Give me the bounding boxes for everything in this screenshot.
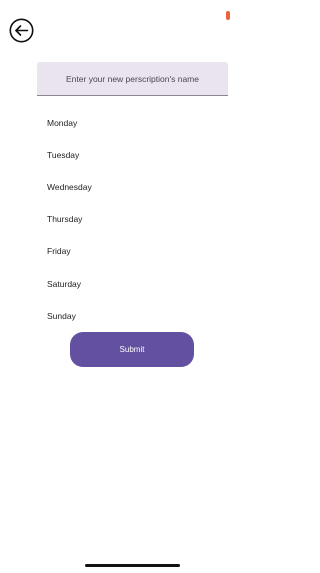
day-option-thursday[interactable]: Thursday	[47, 214, 82, 224]
status-indicator	[226, 11, 230, 20]
prescription-name-input[interactable]	[37, 62, 228, 96]
day-option-friday[interactable]: Friday	[47, 246, 71, 256]
day-option-wednesday[interactable]: Wednesday	[47, 182, 92, 192]
back-button[interactable]	[9, 18, 34, 43]
day-option-sunday[interactable]: Sunday	[47, 311, 76, 321]
arrow-left-circle-icon	[9, 18, 34, 43]
submit-button[interactable]: Submit	[70, 332, 194, 367]
day-option-monday[interactable]: Monday	[47, 118, 77, 128]
day-option-tuesday[interactable]: Tuesday	[47, 150, 79, 160]
home-indicator	[85, 564, 180, 567]
day-option-saturday[interactable]: Saturday	[47, 279, 81, 289]
new-prescription-screen: Monday Tuesday Wednesday Thursday Friday…	[0, 0, 265, 573]
